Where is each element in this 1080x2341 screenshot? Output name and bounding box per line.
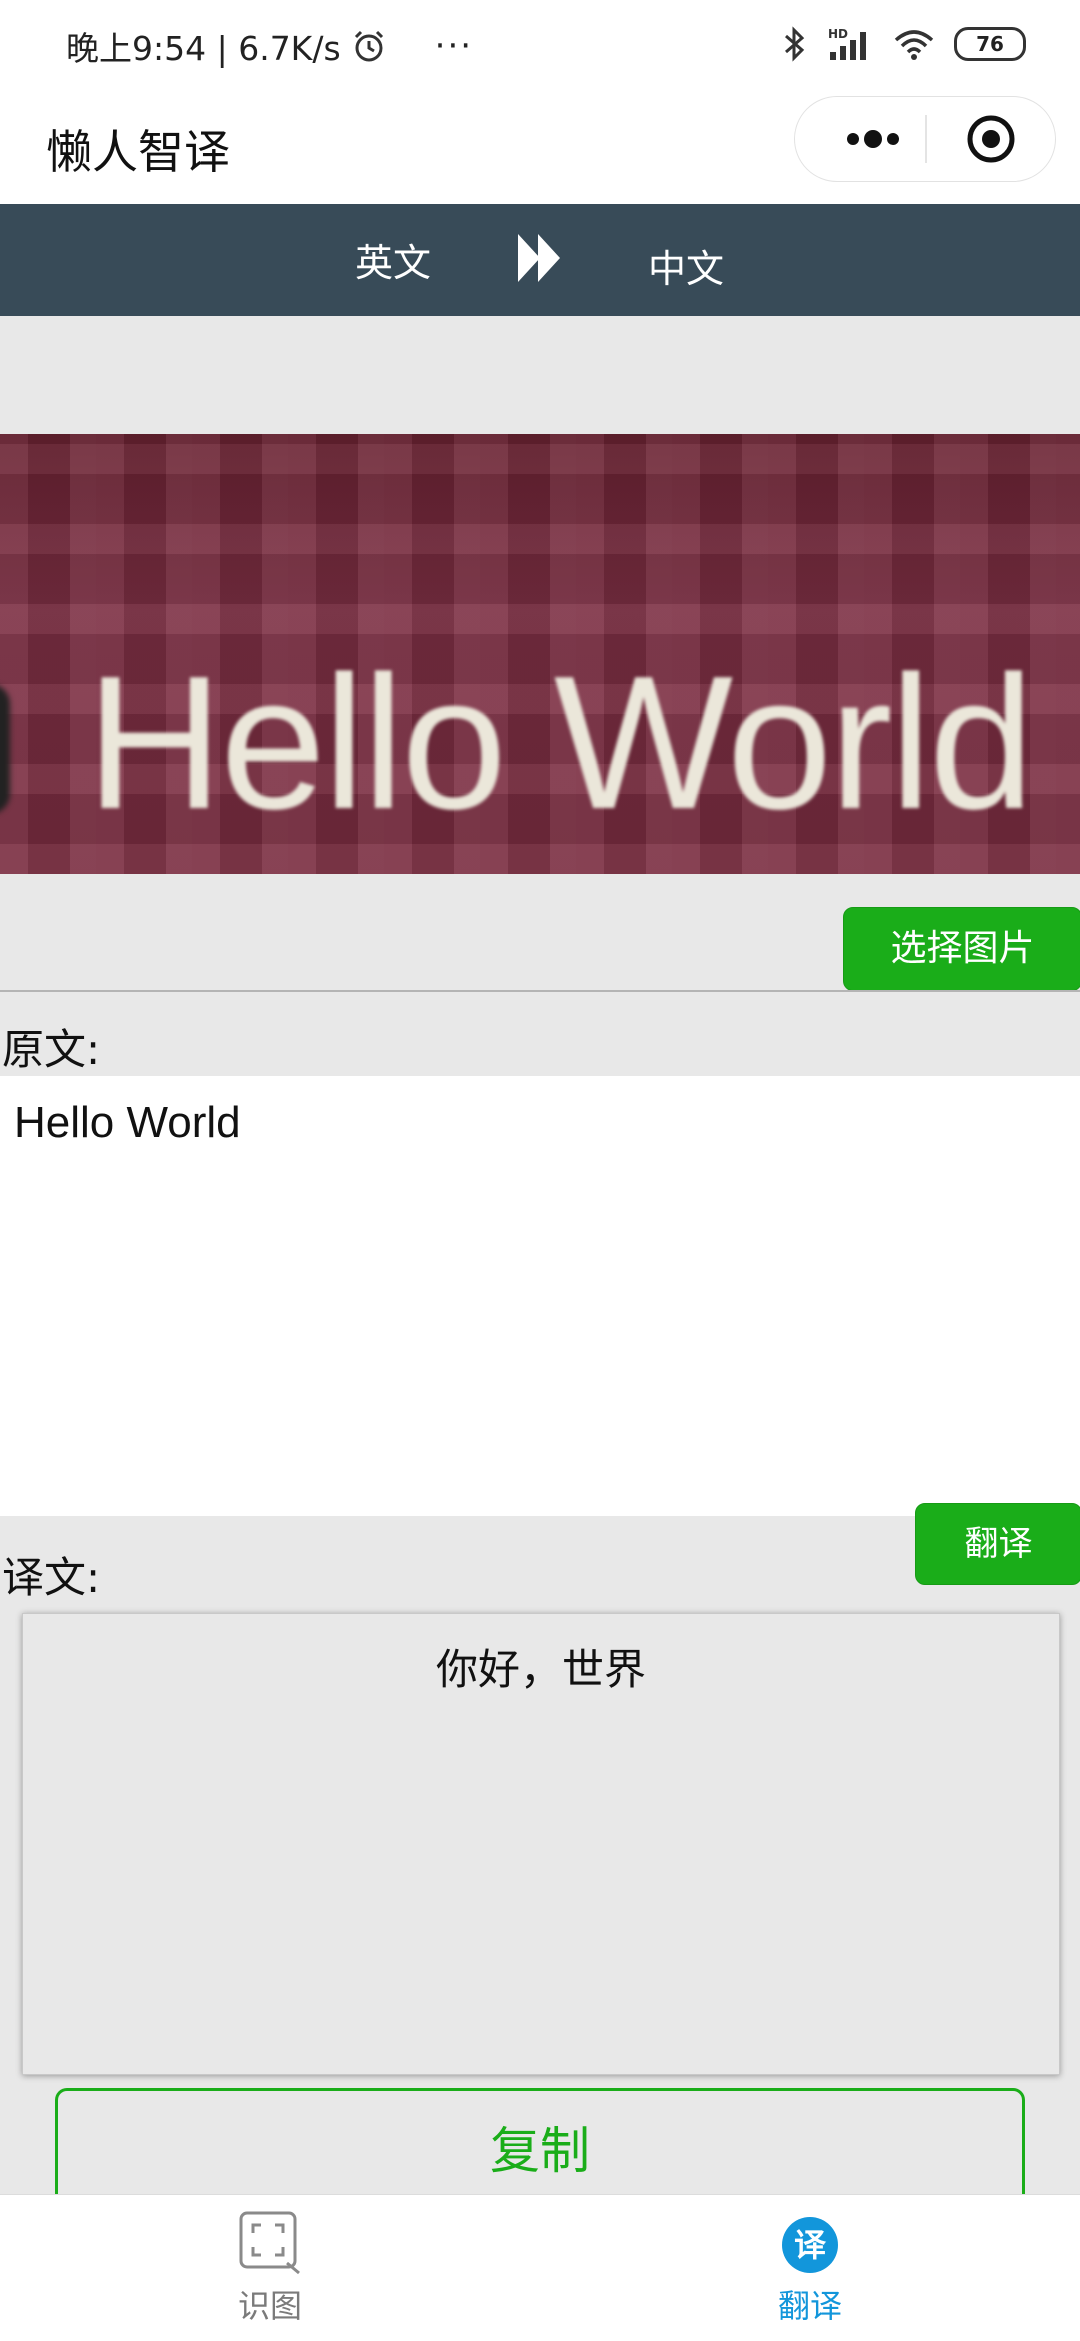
network-label: HD xyxy=(828,27,848,41)
translate-button[interactable]: 翻译 xyxy=(915,1503,1080,1585)
tab-scan-label: 识图 xyxy=(237,2287,302,2325)
signal-icon: HD xyxy=(828,27,866,60)
alarm-icon xyxy=(354,30,383,62)
result-text-area: 你好，世界 xyxy=(22,1613,1060,2075)
bottom-tab-bar: 识图 译 翻译 xyxy=(0,2194,1080,2341)
mini-program-capsule xyxy=(794,96,1056,182)
target-language[interactable]: 中文 xyxy=(648,238,724,293)
tab-translate[interactable]: 译 翻译 xyxy=(540,2195,1080,2341)
copy-button[interactable]: 复制 xyxy=(55,2088,1025,2198)
app-header: 懒人智译 xyxy=(0,96,1080,204)
image-dark-object xyxy=(0,684,10,814)
source-text-area[interactable]: Hello World xyxy=(0,1076,1080,1516)
bluetooth-icon xyxy=(785,26,805,62)
language-selector-bar: 英文 中文 xyxy=(0,204,1080,316)
status-bar: 晚上9:54 | 6.7K/s ··· HD 76 xyxy=(0,0,1080,96)
page-title: 懒人智译 xyxy=(46,125,230,179)
tab-translate-label: 翻译 xyxy=(777,2287,842,2325)
scan-icon xyxy=(239,2211,300,2275)
result-label: 译文: xyxy=(2,1553,101,1602)
source-language[interactable]: 英文 xyxy=(355,232,431,287)
status-time-network: 晚上9:54 | 6.7K/s xyxy=(66,29,341,68)
image-text: Hello World xyxy=(86,637,1034,849)
source-label: 原文: xyxy=(2,1025,101,1074)
tab-scan[interactable]: 识图 xyxy=(0,2195,540,2341)
translate-icon: 译 xyxy=(782,2217,838,2273)
capsule-divider xyxy=(925,115,927,163)
status-left: 晚上9:54 | 6.7K/s ··· xyxy=(66,22,473,70)
source-text: Hello World xyxy=(14,1098,241,1147)
source-image: Hello World xyxy=(0,434,1080,874)
select-image-button[interactable]: 选择图片 xyxy=(843,907,1080,991)
result-text: 你好，世界 xyxy=(435,1645,646,1694)
status-right: HD 76 xyxy=(780,26,1026,62)
status-more-dots: ··· xyxy=(434,26,474,66)
wifi-icon xyxy=(894,30,934,60)
battery-indicator: 76 xyxy=(954,27,1026,61)
more-options-icon[interactable] xyxy=(833,119,913,159)
divider xyxy=(0,990,1080,992)
close-mini-program-icon[interactable] xyxy=(965,113,1017,165)
fast-forward-icon[interactable] xyxy=(516,230,564,286)
